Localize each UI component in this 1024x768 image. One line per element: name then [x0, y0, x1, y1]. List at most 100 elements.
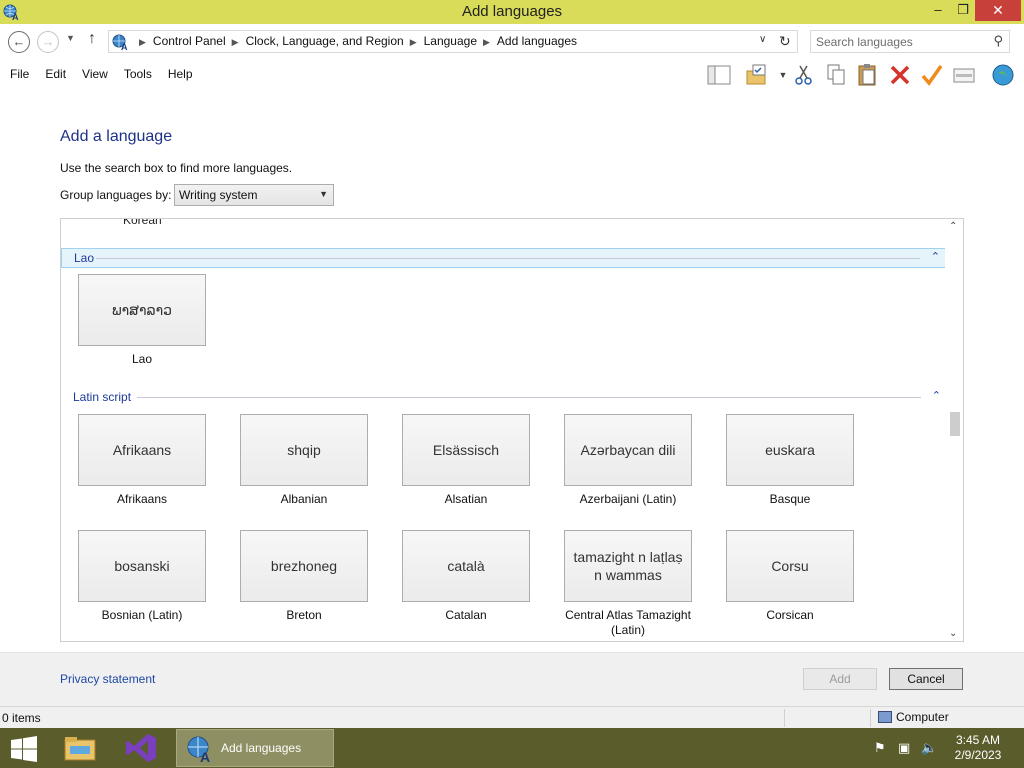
language-tile[interactable]: bosanski Bosnian (Latin): [78, 530, 206, 623]
network-icon[interactable]: ▣: [898, 740, 910, 756]
folder-check-icon[interactable]: [745, 63, 769, 87]
refresh-icon[interactable]: ↻: [779, 33, 791, 50]
globe-icon[interactable]: [991, 63, 1015, 87]
scrollbar-thumb[interactable]: [950, 412, 960, 436]
menu-view[interactable]: View: [76, 67, 114, 81]
chevron-down-icon: ▼: [319, 189, 328, 199]
add-button[interactable]: Add: [803, 668, 877, 690]
location-text: Computer: [896, 710, 949, 724]
language-tile[interactable]: euskara Basque: [726, 414, 854, 507]
tile-english-name: Catalan: [445, 608, 487, 622]
checkmark-icon[interactable]: [920, 63, 944, 87]
breadcrumb-language[interactable]: Language: [424, 34, 477, 48]
paste-icon[interactable]: [856, 63, 880, 87]
language-tile[interactable]: Corsu Corsican: [726, 530, 854, 623]
language-tile[interactable]: Elsässisch Alsatian: [402, 414, 530, 507]
breadcrumb-separator-icon: ▶: [139, 37, 146, 47]
recent-pages-dropdown[interactable]: ▼: [66, 33, 75, 43]
taskbar: A Add languages ⚑ ▣ 🔈 3:45 AM 2/9/2023: [0, 728, 1024, 768]
group-name: Lao: [74, 251, 95, 265]
search-input[interactable]: [816, 32, 986, 52]
menu-toolbar-row: File Edit View Tools Help ▼: [0, 59, 1024, 90]
computer-icon: [878, 711, 892, 723]
location-indicator: Computer: [878, 710, 949, 724]
windows-start-icon[interactable]: [10, 736, 38, 762]
forward-button[interactable]: →: [37, 31, 59, 53]
language-tile[interactable]: ພາສາລາວ Lao: [78, 274, 206, 367]
breadcrumb-add-languages[interactable]: Add languages: [497, 34, 577, 48]
divider: [96, 258, 920, 259]
language-tile[interactable]: Afrikaans Afrikaans: [78, 414, 206, 507]
language-tile[interactable]: Azərbaycan dili Azerbaijani (Latin): [564, 414, 692, 507]
tile-native-name: català: [402, 530, 530, 602]
minimize-button[interactable]: –: [925, 0, 951, 21]
clock-time: 3:45 AM: [955, 733, 1001, 747]
group-header-lao[interactable]: Lao ⌃: [61, 248, 947, 268]
svg-text:A: A: [121, 42, 128, 51]
cancel-button[interactable]: Cancel: [889, 668, 963, 690]
chevron-up-icon[interactable]: ⌃: [932, 389, 941, 402]
address-dropdown-chevron-icon[interactable]: ∨: [759, 34, 766, 45]
window-title: Add languages: [461, 3, 563, 20]
address-bar[interactable]: A ▶ Control Panel ▶ Clock, Language, and Re…: [108, 30, 798, 53]
menu-edit[interactable]: Edit: [39, 67, 72, 81]
cut-icon[interactable]: [792, 63, 816, 87]
close-button[interactable]: ✕: [975, 0, 1021, 21]
clock-date: 2/9/2023: [954, 748, 1002, 762]
scroll-down-icon[interactable]: ⌄: [949, 628, 957, 639]
tile-english-name: Bosnian (Latin): [101, 608, 183, 622]
delete-icon[interactable]: [888, 63, 912, 87]
item-count: 0 items: [2, 711, 41, 725]
divider: [137, 397, 921, 398]
scroll-up-icon[interactable]: ⌃: [949, 221, 957, 232]
maximize-button[interactable]: ❐: [951, 0, 975, 21]
dialog-footer: Privacy statement Add Cancel: [0, 652, 1024, 706]
language-tile[interactable]: català Catalan: [402, 530, 530, 623]
group-name: Latin script: [73, 390, 132, 404]
language-list[interactable]: Korean Lao ⌃ ພາສາລາວ Lao Latin script ⌃ …: [60, 218, 964, 642]
visual-studio-icon[interactable]: [124, 732, 160, 764]
back-button[interactable]: ←: [8, 31, 30, 53]
layout-pane-icon[interactable]: [707, 63, 731, 87]
system-clock[interactable]: 3:45 AM 2/9/2023: [946, 733, 1010, 763]
privacy-statement-link[interactable]: Privacy statement: [60, 672, 155, 686]
title-bar: A Add languages – ❐ ✕: [0, 0, 1024, 24]
breadcrumb-separator-icon[interactable]: ▶: [483, 37, 490, 47]
tile-english-name: Central Atlas Tamazight (Latin): [565, 608, 691, 637]
language-tile[interactable]: brezhoneg Breton: [240, 530, 368, 623]
group-by-select[interactable]: Writing system ▼: [174, 184, 334, 206]
search-box[interactable]: ⚲: [810, 30, 1010, 53]
file-explorer-icon[interactable]: [62, 732, 98, 764]
tile-english-name: Albanian: [280, 492, 328, 506]
up-button[interactable]: ↑: [88, 30, 96, 48]
breadcrumb: ▶ Control Panel ▶ Clock, Language, and Regi…: [133, 34, 577, 48]
vertical-scrollbar[interactable]: ⌃ ⌄: [945, 219, 963, 641]
language-tile[interactable]: shqip Albanian: [240, 414, 368, 507]
taskbar-window-label: Add languages: [221, 741, 302, 755]
control-panel-globe-icon: A: [112, 34, 128, 51]
tile-native-name: Elsässisch: [402, 414, 530, 486]
tile-english-name: Azerbaijani (Latin): [579, 492, 677, 506]
breadcrumb-separator-icon[interactable]: ▶: [410, 37, 417, 47]
copy-icon[interactable]: [824, 63, 848, 87]
language-tile[interactable]: tamazight n laṭlaṣ n wammas Central Atla…: [564, 530, 692, 638]
properties-icon[interactable]: [952, 63, 976, 87]
breadcrumb-control-panel[interactable]: Control Panel: [153, 34, 226, 48]
address-row: ← → ▼ ↑ A ▶ Control Panel ▶ Clock, Language…: [0, 24, 1024, 59]
chevron-up-icon[interactable]: ⌃: [931, 250, 940, 263]
menu-file[interactable]: File: [4, 67, 35, 81]
menu-help[interactable]: Help: [162, 67, 199, 81]
action-center-flag-icon[interactable]: ⚑: [874, 740, 886, 756]
group-header-latin-script[interactable]: Latin script ⌃: [61, 388, 947, 408]
breadcrumb-separator-icon[interactable]: ▶: [232, 37, 239, 47]
taskbar-add-languages[interactable]: A Add languages: [176, 729, 334, 767]
breadcrumb-clock-language-region[interactable]: Clock, Language, and Region: [246, 34, 404, 48]
search-hint: Use the search box to find more language…: [60, 161, 293, 175]
tile-native-name: shqip: [240, 414, 368, 486]
search-icon[interactable]: ⚲: [993, 33, 1003, 49]
tile-english-name: Afrikaans: [116, 492, 168, 506]
menu-tools[interactable]: Tools: [118, 67, 158, 81]
volume-icon[interactable]: 🔈: [921, 740, 937, 756]
tile-english-name: Lao: [131, 352, 153, 366]
divider: [870, 709, 871, 727]
